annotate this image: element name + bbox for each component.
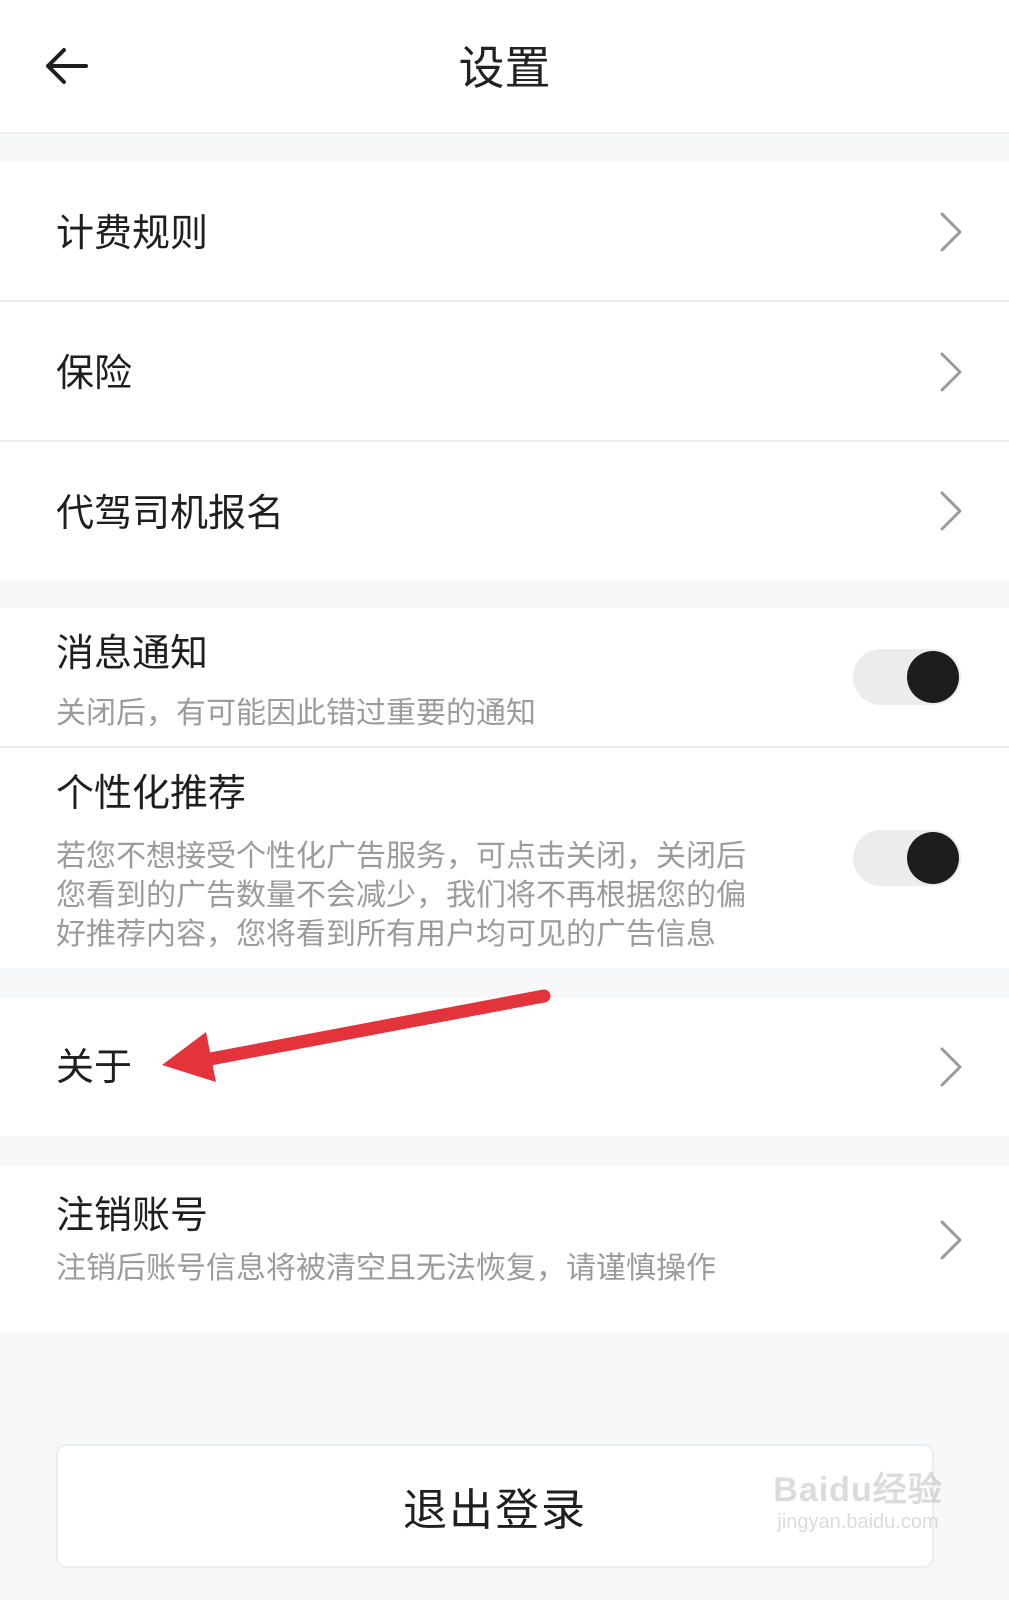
settings-item-insurance[interactable]: 保险 bbox=[0, 302, 1009, 442]
watermark: Baidu经验 jingyan.baidu.com bbox=[758, 1462, 958, 1552]
item-subtitle: 关闭后，有可能因此错过重要的通知 bbox=[56, 696, 536, 731]
item-subtitle: 注销后账号信息将被清空且无法恢复，请谨慎操作 bbox=[56, 1251, 716, 1286]
item-title: 消息通知 bbox=[56, 631, 209, 675]
item-title: 保险 bbox=[56, 351, 133, 395]
settings-item-about[interactable]: 关于 bbox=[0, 998, 1009, 1136]
chevron-right-icon bbox=[940, 352, 962, 392]
item-subtitle-line: 好推荐内容，您将看到所有用户均可见的广告信息 bbox=[56, 917, 716, 952]
toggle-knob bbox=[907, 651, 959, 703]
item-title: 计费规则 bbox=[56, 211, 209, 255]
settings-group-general: 计费规则 保险 代驾司机报名 bbox=[0, 162, 1009, 580]
settings-item-driver-signup[interactable]: 代驾司机报名 bbox=[0, 442, 1009, 580]
chevron-right-icon bbox=[940, 1220, 962, 1260]
item-subtitle-line: 您看到的广告数量不会减少，我们将不再根据您的偏 bbox=[56, 878, 746, 913]
item-subtitle-line: 若您不想接受个性化广告服务，可点击关闭，关闭后 bbox=[56, 839, 746, 874]
personalized-recommendations-toggle[interactable] bbox=[853, 830, 961, 886]
settings-item-billing-rules[interactable]: 计费规则 bbox=[0, 162, 1009, 302]
top-bar: 设置 bbox=[0, 0, 1009, 134]
logout-label: 退出登录 bbox=[403, 1485, 587, 1536]
settings-screen: 设置 计费规则 保险 代驾司机报名 消息通知 关闭后，有可能因此错过重要的通知 bbox=[0, 0, 1009, 1600]
page-title: 设置 bbox=[458, 41, 551, 95]
item-title: 关于 bbox=[56, 1045, 133, 1089]
chevron-right-icon bbox=[940, 491, 962, 531]
toggle-knob bbox=[907, 832, 959, 884]
settings-group-privacy: 消息通知 关闭后，有可能因此错过重要的通知 个性化推荐 若您不想接受个性化广告服… bbox=[0, 608, 1009, 968]
chevron-right-icon bbox=[940, 1047, 962, 1087]
item-title: 代驾司机报名 bbox=[56, 491, 285, 535]
settings-item-delete-account[interactable]: 注销账号 注销后账号信息将被清空且无法恢复，请谨慎操作 bbox=[0, 1166, 1009, 1332]
watermark-url: jingyan.baidu.com bbox=[777, 1511, 939, 1533]
settings-item-notifications: 消息通知 关闭后，有可能因此错过重要的通知 bbox=[0, 608, 1009, 748]
chevron-right-icon bbox=[940, 212, 962, 252]
settings-item-personalized-recommendations: 个性化推荐 若您不想接受个性化广告服务，可点击关闭，关闭后 您看到的广告数量不会… bbox=[0, 748, 1009, 968]
settings-group-account: 注销账号 注销后账号信息将被清空且无法恢复，请谨慎操作 bbox=[0, 1166, 1009, 1332]
notifications-toggle[interactable] bbox=[853, 649, 961, 705]
settings-group-about: 关于 bbox=[0, 998, 1009, 1136]
item-title: 注销账号 bbox=[56, 1193, 209, 1237]
watermark-logo: Baidu经验 bbox=[773, 1471, 943, 1509]
item-title: 个性化推荐 bbox=[56, 771, 247, 815]
